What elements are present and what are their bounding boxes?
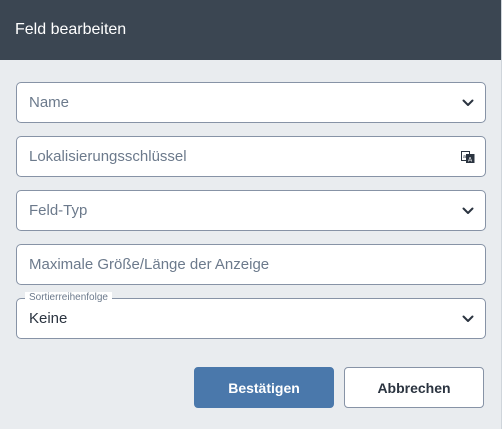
chevron-down-icon	[461, 96, 475, 110]
translate-icon[interactable]: a A	[461, 150, 475, 164]
max-size-placeholder: Maximale Größe/Länge der Anzeige	[29, 256, 270, 273]
dialog-header: Feld bearbeiten	[0, 0, 501, 60]
sort-order-label: Sortierreihenfolge	[25, 292, 112, 304]
localization-key-placeholder: Lokalisierungsschlüssel	[29, 148, 187, 165]
localization-key-input[interactable]: Lokalisierungsschlüssel a A	[16, 136, 486, 177]
chevron-down-icon	[461, 204, 475, 218]
name-select[interactable]: Name	[16, 82, 486, 123]
cancel-button[interactable]: Abbrechen	[344, 367, 484, 408]
field-type-select[interactable]: Feld-Typ	[16, 190, 486, 231]
sort-order-value: Keine	[29, 310, 68, 327]
svg-text:a: a	[463, 154, 466, 160]
confirm-button[interactable]: Bestätigen	[194, 367, 334, 408]
name-placeholder: Name	[29, 94, 70, 111]
dialog-title: Feld bearbeiten	[15, 21, 127, 38]
sort-order-select[interactable]: Keine	[16, 298, 486, 339]
chevron-down-icon	[461, 312, 475, 326]
max-size-input[interactable]: Maximale Größe/Länge der Anzeige	[16, 244, 486, 285]
edit-field-dialog: Feld bearbeiten Name Lokalisierungsschlü…	[0, 0, 502, 429]
field-type-placeholder: Feld-Typ	[29, 202, 88, 219]
